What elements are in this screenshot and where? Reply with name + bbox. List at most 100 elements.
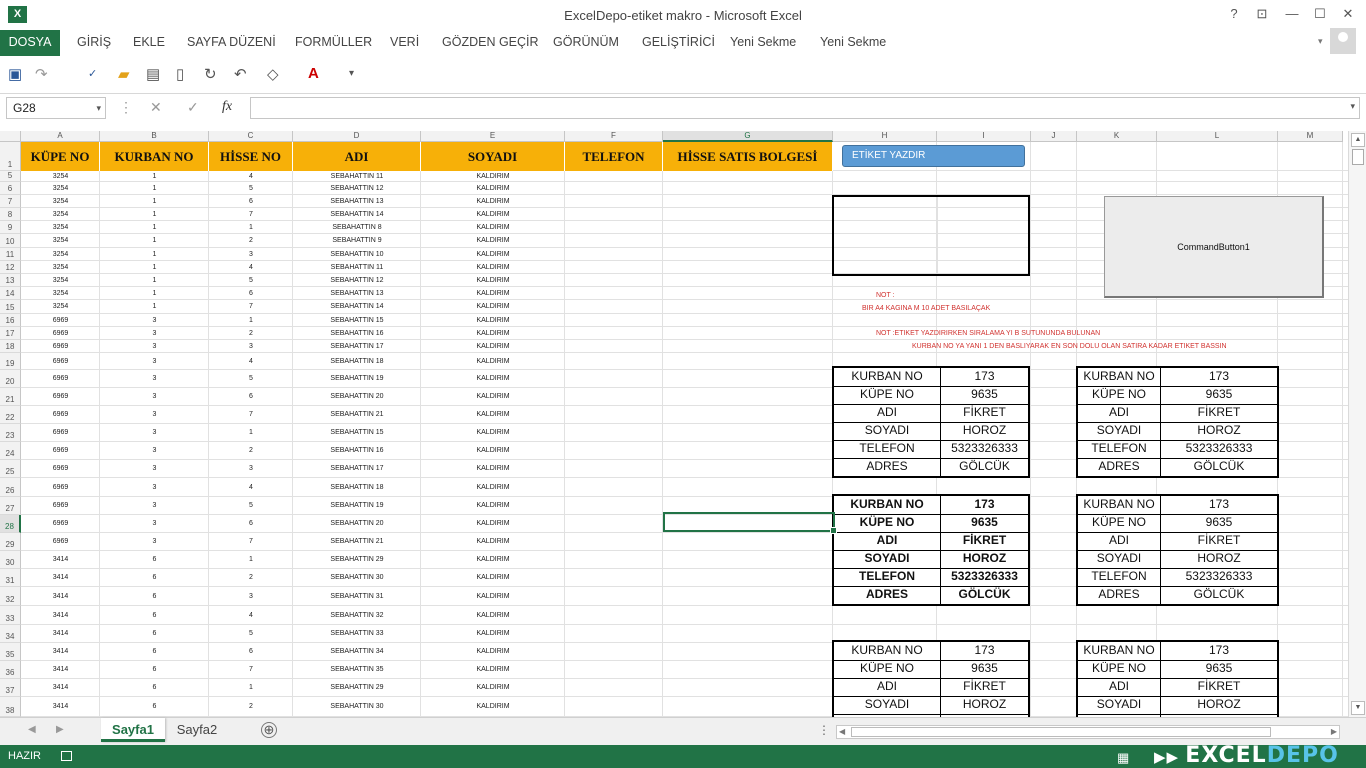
cell-d25[interactable]: SEBAHATTIN 17 <box>293 460 421 478</box>
cell-d9[interactable]: SEBAHATTIN 8 <box>293 221 421 234</box>
cell-e23[interactable]: KALDIRIM <box>421 424 565 442</box>
cell-b32[interactable]: 6 <box>100 587 209 606</box>
cell-d38[interactable]: SEBAHATTIN 30 <box>293 697 421 717</box>
cell-d8[interactable]: SEBAHATTIN 14 <box>293 208 421 221</box>
row-header-37[interactable]: 37 <box>0 679 21 697</box>
cell-e13[interactable]: KALDIRIM <box>421 274 565 287</box>
cell-c34[interactable]: 5 <box>209 625 293 643</box>
cell-c36[interactable]: 7 <box>209 661 293 679</box>
cell-d37[interactable]: SEBAHATTIN 29 <box>293 679 421 697</box>
cell-c19[interactable]: 4 <box>209 353 293 370</box>
column-header-m[interactable]: M <box>1278 131 1343 142</box>
row-header-33[interactable]: 33 <box>0 606 21 625</box>
header-cell-d[interactable]: ADI <box>293 142 421 171</box>
cell-c18[interactable]: 3 <box>209 340 293 353</box>
cell-d7[interactable]: SEBAHATTIN 13 <box>293 195 421 208</box>
cell-b11[interactable]: 1 <box>100 248 209 261</box>
header-cell-b[interactable]: KURBAN NO <box>100 142 209 171</box>
row-header-35[interactable]: 35 <box>0 643 21 661</box>
cell-e36[interactable]: KALDIRIM <box>421 661 565 679</box>
normal-view-icon[interactable]: ▦ <box>1117 750 1129 766</box>
enter-icon[interactable]: ✓ <box>187 99 199 116</box>
cell-b8[interactable]: 1 <box>100 208 209 221</box>
shapes-icon[interactable]: ◇ <box>267 65 279 83</box>
cell-a8[interactable]: 3254 <box>21 208 100 221</box>
cell-a34[interactable]: 3414 <box>21 625 100 643</box>
row-header-8[interactable]: 8 <box>0 208 21 221</box>
cell-d20[interactable]: SEBAHATTIN 19 <box>293 370 421 388</box>
cell-b15[interactable]: 1 <box>100 300 209 314</box>
scroll-down-icon[interactable]: ▼ <box>1351 701 1365 715</box>
cell-e31[interactable]: KALDIRIM <box>421 569 565 587</box>
header-cell-f[interactable]: TELEFON <box>565 142 663 171</box>
cell-e5[interactable]: KALDIRIM <box>421 171 565 182</box>
cell-d15[interactable]: SEBAHATTIN 14 <box>293 300 421 314</box>
label-box-3[interactable]: KURBAN NO 173 KÜPE NO 9635 ADI FİKRET SOYADI HO… <box>832 494 1030 606</box>
cell-e33[interactable]: KALDIRIM <box>421 606 565 625</box>
row-header-31[interactable]: 31 <box>0 569 21 587</box>
row-header-13[interactable]: 13 <box>0 274 21 287</box>
cell-e9[interactable]: KALDIRIM <box>421 221 565 234</box>
cell-e26[interactable]: KALDIRIM <box>421 478 565 497</box>
ribbon-display-button[interactable]: ⊡ <box>1250 6 1274 22</box>
cell-a19[interactable]: 6969 <box>21 353 100 370</box>
row-header-10[interactable]: 10 <box>0 234 21 248</box>
selected-cell-g28[interactable] <box>663 512 837 534</box>
cell-c8[interactable]: 7 <box>209 208 293 221</box>
sheet-prev-icon[interactable]: ◀ <box>28 724 36 735</box>
cell-d11[interactable]: SEBAHATTIN 10 <box>293 248 421 261</box>
row-header-30[interactable]: 30 <box>0 551 21 569</box>
cell-b17[interactable]: 3 <box>100 327 209 340</box>
cell-c13[interactable]: 5 <box>209 274 293 287</box>
row-header-26[interactable]: 26 <box>0 478 21 497</box>
cell-a9[interactable]: 3254 <box>21 221 100 234</box>
cell-d18[interactable]: SEBAHATTIN 17 <box>293 340 421 353</box>
cell-b22[interactable]: 3 <box>100 406 209 424</box>
cell-e24[interactable]: KALDIRIM <box>421 442 565 460</box>
cell-c16[interactable]: 1 <box>209 314 293 327</box>
cell-a32[interactable]: 3414 <box>21 587 100 606</box>
tab-data[interactable]: VERİ <box>390 30 419 56</box>
header-cell-e[interactable]: SOYADI <box>421 142 565 171</box>
cell-e30[interactable]: KALDIRIM <box>421 551 565 569</box>
cell-e28[interactable]: KALDIRIM <box>421 515 565 533</box>
cell-c30[interactable]: 1 <box>209 551 293 569</box>
row-header-12[interactable]: 12 <box>0 261 21 274</box>
new-document-icon[interactable]: ▯ <box>176 65 184 83</box>
row-header-17[interactable]: 17 <box>0 327 21 340</box>
cell-b21[interactable]: 3 <box>100 388 209 406</box>
cell-e11[interactable]: KALDIRIM <box>421 248 565 261</box>
cell-a30[interactable]: 3414 <box>21 551 100 569</box>
cell-a36[interactable]: 3414 <box>21 661 100 679</box>
cell-c5[interactable]: 4 <box>209 171 293 182</box>
cell-a23[interactable]: 6969 <box>21 424 100 442</box>
column-header-g[interactable]: G <box>663 131 833 142</box>
row-header-32[interactable]: 32 <box>0 587 21 606</box>
cell-a18[interactable]: 6969 <box>21 340 100 353</box>
cell-b7[interactable]: 1 <box>100 195 209 208</box>
cell-d28[interactable]: SEBAHATTIN 20 <box>293 515 421 533</box>
tab-new-1[interactable]: Yeni Sekme <box>730 30 796 56</box>
formula-expand-icon[interactable]: ▾ <box>1350 101 1355 112</box>
tab-insert[interactable]: EKLE <box>133 30 165 56</box>
cell-a31[interactable]: 3414 <box>21 569 100 587</box>
cell-b6[interactable]: 1 <box>100 182 209 195</box>
customize-toolbar-icon[interactable]: ▾ <box>349 68 354 79</box>
cell-b27[interactable]: 3 <box>100 497 209 515</box>
cell-e8[interactable]: KALDIRIM <box>421 208 565 221</box>
cell-d22[interactable]: SEBAHATTIN 21 <box>293 406 421 424</box>
cell-b31[interactable]: 6 <box>100 569 209 587</box>
cell-e15[interactable]: KALDIRIM <box>421 300 565 314</box>
column-header-h[interactable]: H <box>833 131 937 142</box>
select-all-corner[interactable] <box>0 131 21 142</box>
label-box-4[interactable]: KURBAN NO 173 KÜPE NO 9635 ADI FİKRET SOYADI HO… <box>1076 494 1279 606</box>
cell-b25[interactable]: 3 <box>100 460 209 478</box>
cell-e22[interactable]: KALDIRIM <box>421 406 565 424</box>
cell-d14[interactable]: SEBAHATTIN 13 <box>293 287 421 300</box>
cell-a20[interactable]: 6969 <box>21 370 100 388</box>
cell-a21[interactable]: 6969 <box>21 388 100 406</box>
cell-b5[interactable]: 1 <box>100 171 209 182</box>
cell-c31[interactable]: 2 <box>209 569 293 587</box>
sheet-next-icon[interactable]: ▶ <box>56 724 64 735</box>
sheet-tab-sayfa2[interactable]: Sayfa2 <box>168 718 226 742</box>
